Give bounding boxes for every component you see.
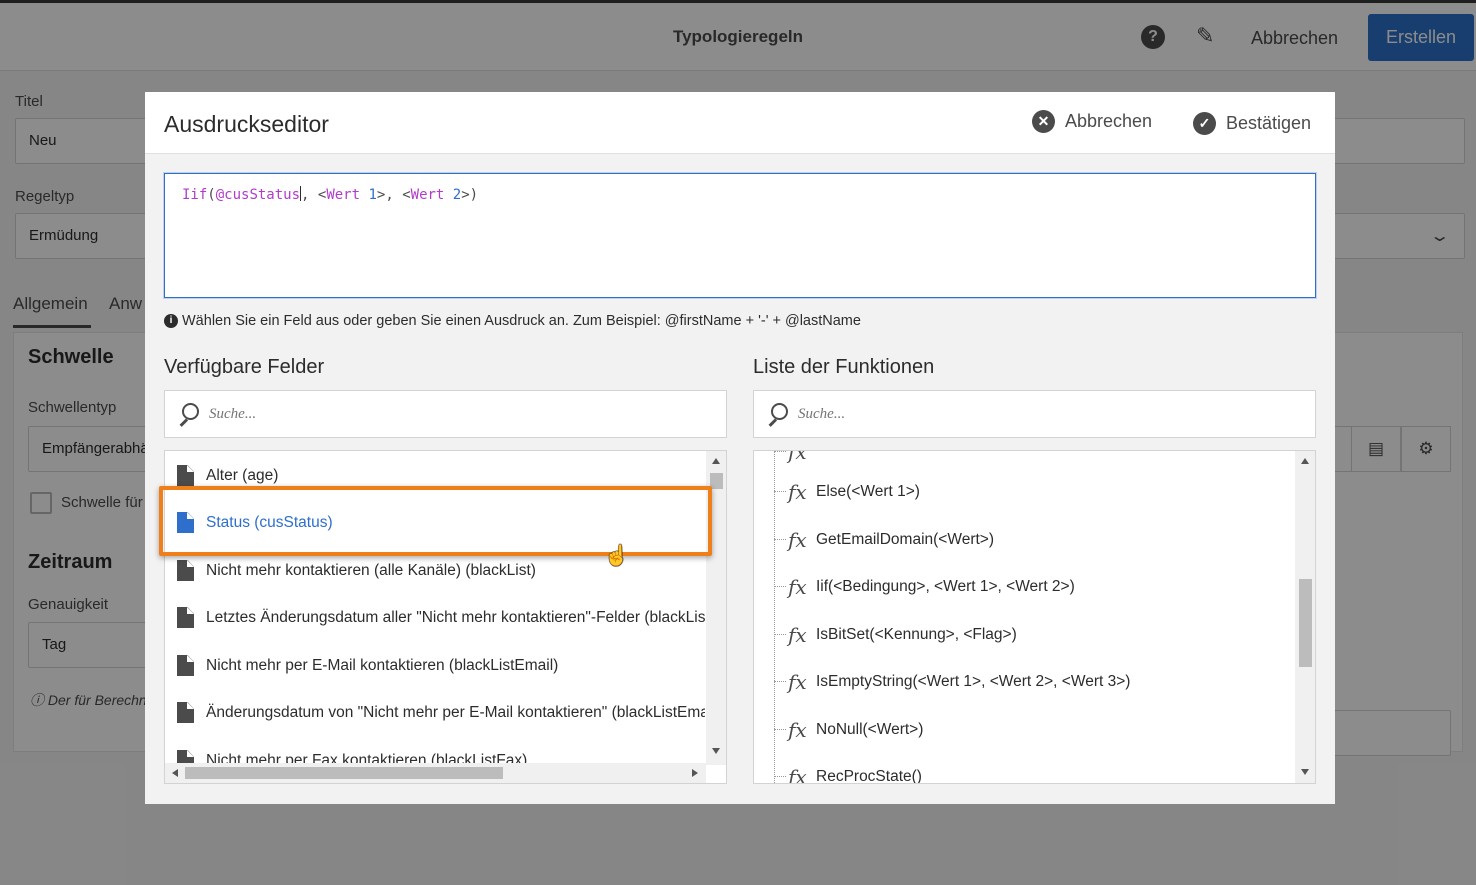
fields-vertical-scrollbar[interactable] <box>706 451 726 765</box>
expr-separator: >, < <box>376 187 411 203</box>
dialog-confirm-button[interactable]: ✓ Bestätigen <box>1193 112 1311 135</box>
list-item-label: Status (cusStatus) <box>206 513 333 531</box>
document-icon <box>177 560 194 581</box>
fields-list: Alter (age) Status (cusStatus) Nicht meh… <box>164 450 727 784</box>
list-item-label: Nicht mehr kontaktieren (alle Kanäle) (b… <box>206 561 536 579</box>
function-icon: fx <box>788 717 807 742</box>
scroll-thumb[interactable] <box>185 767 503 779</box>
expr-separator: , < <box>301 187 327 203</box>
fields-horizontal-scrollbar[interactable] <box>165 763 706 783</box>
list-item-selected[interactable]: Status (cusStatus) <box>165 499 705 546</box>
list-item[interactable]: Letztes Änderungsdatum aller "Nicht mehr… <box>165 594 705 641</box>
expr-paren: >) <box>461 187 479 203</box>
expression-hint: i Wählen Sie ein Feld aus oder geben Sie… <box>164 313 861 329</box>
list-item[interactable]: fx Else(<Wert 1>) <box>774 468 1294 515</box>
document-icon <box>177 655 194 676</box>
functions-search[interactable] <box>753 390 1316 438</box>
list-item[interactable]: fx Iif(<Bedingung>, <Wert 1>, <Wert 2>) <box>774 563 1294 610</box>
scroll-up-arrow[interactable] <box>1301 458 1309 464</box>
close-circle-icon: ✕ <box>1032 110 1055 133</box>
function-icon: fx <box>788 622 807 647</box>
search-icon <box>766 402 790 427</box>
functions-list: fx fx Else(<Wert 1>) fx GetEmailDomain(<We… <box>753 450 1316 784</box>
expr-paren: ( <box>207 187 216 203</box>
list-item[interactable]: fx RecProcState() <box>774 753 1294 784</box>
fields-search[interactable] <box>164 390 727 438</box>
scroll-down-arrow[interactable] <box>712 748 720 754</box>
function-icon: fx <box>788 669 807 694</box>
expr-number: 1 <box>368 187 377 203</box>
list-item[interactable]: Nicht mehr per E-Mail kontaktieren (blac… <box>165 642 705 689</box>
list-item[interactable]: fx NoNull(<Wert>) <box>774 706 1294 753</box>
scroll-thumb[interactable] <box>1299 579 1312 667</box>
document-icon <box>177 465 194 486</box>
scroll-thumb[interactable] <box>710 473 723 489</box>
list-item-label: Else(<Wert 1>) <box>816 482 920 500</box>
document-icon <box>177 702 194 723</box>
hand-cursor-icon: ☝ <box>604 545 629 567</box>
list-item-label: IsBitSet(<Kennung>, <Flag>) <box>816 625 1017 643</box>
expr-number: 2 <box>452 187 462 203</box>
function-icon: fx <box>788 574 807 599</box>
functions-title: Liste der Funktionen <box>753 356 935 378</box>
search-icon <box>177 402 201 427</box>
scroll-down-arrow[interactable] <box>1301 769 1309 775</box>
dialog-cancel-button[interactable]: ✕ Abbrechen <box>1032 110 1152 133</box>
list-item-label: Änderungsdatum von "Nicht mehr per E-Mai… <box>206 703 705 721</box>
expr-keyword: Wert <box>326 187 361 203</box>
function-icon: fx <box>788 764 807 784</box>
list-item-label: Nicht mehr per E-Mail kontaktieren (blac… <box>206 656 559 674</box>
list-item-label: RecProcState() <box>816 767 922 784</box>
info-icon: i <box>164 314 178 328</box>
scroll-left-arrow[interactable] <box>172 769 178 777</box>
scroll-right-arrow[interactable] <box>692 769 698 777</box>
list-item[interactable]: fx GetEmailDomain(<Wert>) <box>774 516 1294 563</box>
fields-search-input[interactable] <box>209 405 689 423</box>
dialog-title: Ausdruckseditor <box>164 111 329 137</box>
expression-input[interactable]: Iif(@cusStatus, <Wert 1>, <Wert 2>) <box>164 173 1316 298</box>
fields-title: Verfügbare Felder <box>164 356 325 378</box>
function-icon: fx <box>788 527 807 552</box>
list-item-label: Alter (age) <box>206 466 279 484</box>
document-icon <box>177 607 194 628</box>
function-icon: fx <box>788 450 807 464</box>
hint-text: Wählen Sie ein Feld aus oder geben Sie e… <box>182 313 861 329</box>
functions-vertical-scrollbar[interactable] <box>1295 451 1315 783</box>
document-icon <box>177 512 194 533</box>
list-item[interactable]: fx IsEmptyString(<Wert 1>, <Wert 2>, <Wer… <box>774 658 1294 705</box>
list-item[interactable]: Änderungsdatum von "Nicht mehr per E-Mai… <box>165 689 705 736</box>
expr-field: @cusStatus <box>215 187 301 203</box>
functions-search-input[interactable] <box>798 405 1278 423</box>
list-item-label: Letztes Änderungsdatum aller "Nicht mehr… <box>206 608 705 626</box>
function-icon: fx <box>788 479 807 504</box>
scroll-up-arrow[interactable] <box>712 458 720 464</box>
dialog-header: Ausdruckseditor ✕ Abbrechen ✓ Bestätigen <box>145 92 1335 154</box>
list-item-label: Iif(<Bedingung>, <Wert 1>, <Wert 2>) <box>816 577 1075 595</box>
list-item-label: NoNull(<Wert>) <box>816 720 924 738</box>
list-item[interactable]: Alter (age) <box>165 452 705 499</box>
list-item-label: GetEmailDomain(<Wert>) <box>816 530 995 548</box>
dialog-cancel-label: Abbrechen <box>1065 111 1153 131</box>
check-circle-icon: ✓ <box>1193 112 1216 135</box>
list-item-label: IsEmptyString(<Wert 1>, <Wert 2>, <Wert … <box>816 672 1131 690</box>
dialog-confirm-label: Bestätigen <box>1226 113 1312 133</box>
expression-editor-dialog: Ausdruckseditor ✕ Abbrechen ✓ Bestätigen… <box>145 92 1335 804</box>
list-item[interactable]: fx IsBitSet(<Kennung>, <Flag>) <box>774 611 1294 658</box>
expr-keyword: Wert <box>410 187 445 203</box>
expr-function: Iif <box>182 187 208 203</box>
